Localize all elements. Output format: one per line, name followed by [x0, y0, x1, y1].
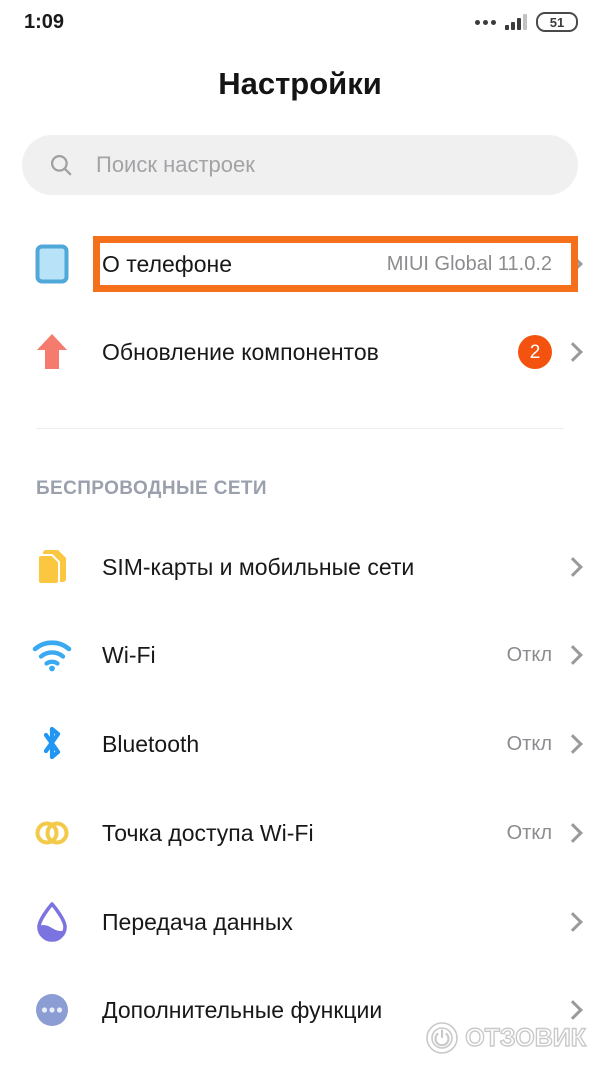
up-arrow-icon	[24, 324, 80, 380]
data-usage-right	[566, 912, 578, 932]
bluetooth-row[interactable]: Bluetooth Откл	[0, 709, 600, 779]
sim-cards-label: SIM-карты и мобильные сети	[102, 553, 415, 580]
otzovik-logo-icon	[426, 1022, 459, 1054]
section-divider	[36, 428, 564, 429]
hotspot-label: Точка доступа Wi-Fi	[102, 819, 314, 846]
more-dots-icon	[475, 19, 496, 25]
chevron-right-icon	[566, 1000, 578, 1020]
additional-settings-label: Дополнительные функции	[102, 996, 383, 1023]
search-icon	[50, 154, 72, 176]
data-drop-icon	[24, 894, 80, 950]
chevron-right-icon	[566, 557, 578, 577]
chevron-right-icon	[566, 342, 578, 362]
settings-screen: 1:09 51 Настройки Поиск настроек О телеф…	[0, 0, 600, 1067]
battery-level: 51	[549, 14, 565, 30]
watermark: ОТЗОВИК	[425, 1021, 587, 1055]
chevron-right-icon	[566, 912, 578, 932]
about-phone-highlight	[93, 236, 578, 292]
search-input[interactable]: Поиск настроек	[22, 135, 578, 195]
hotspot-right: Откл	[507, 822, 578, 845]
sim-cards-right	[566, 557, 578, 577]
chevron-right-icon	[566, 823, 578, 843]
bluetooth-right: Откл	[507, 733, 578, 756]
sim-card-icon	[24, 539, 80, 595]
page-title: Настройки	[218, 66, 382, 101]
additional-settings-right	[566, 1000, 578, 1020]
bluetooth-value: Откл	[506, 732, 552, 755]
search-placeholder: Поиск настроек	[96, 152, 255, 177]
data-usage-row[interactable]: Передача данных	[0, 887, 600, 957]
bluetooth-label: Bluetooth	[102, 730, 200, 757]
more-functions-icon	[24, 982, 80, 1038]
battery-icon: 51	[536, 12, 578, 32]
hotspot-value: Откл	[506, 821, 552, 844]
wifi-value: Откл	[506, 643, 552, 666]
wifi-row[interactable]: Wi-Fi Откл	[0, 620, 600, 690]
chevron-right-icon	[566, 734, 578, 754]
components-update-row[interactable]: Обновление компонентов 2	[0, 317, 600, 387]
signal-bars-icon	[505, 14, 527, 30]
sim-cards-row[interactable]: SIM-карты и мобильные сети	[0, 532, 600, 602]
hotspot-icon	[24, 805, 80, 861]
watermark-text: ОТЗОВИК	[465, 1023, 587, 1052]
chevron-right-icon	[566, 645, 578, 665]
status-indicators: 51	[475, 12, 578, 32]
status-bar: 1:09 51	[0, 0, 600, 44]
status-time: 1:09	[24, 10, 65, 33]
components-update-label: Обновление компонентов	[102, 338, 379, 365]
components-update-right: 2	[518, 335, 578, 369]
update-count-badge: 2	[518, 335, 552, 369]
wifi-label: Wi-Fi	[102, 641, 156, 668]
data-usage-label: Передача данных	[102, 908, 293, 935]
phone-icon	[24, 236, 80, 292]
bluetooth-icon	[24, 716, 80, 772]
hotspot-row[interactable]: Точка доступа Wi-Fi Откл	[0, 798, 600, 868]
wifi-right: Откл	[507, 644, 578, 667]
wireless-section-header: БЕСПРОВОДНЫЕ СЕТИ	[36, 478, 267, 499]
wifi-icon	[24, 627, 80, 683]
